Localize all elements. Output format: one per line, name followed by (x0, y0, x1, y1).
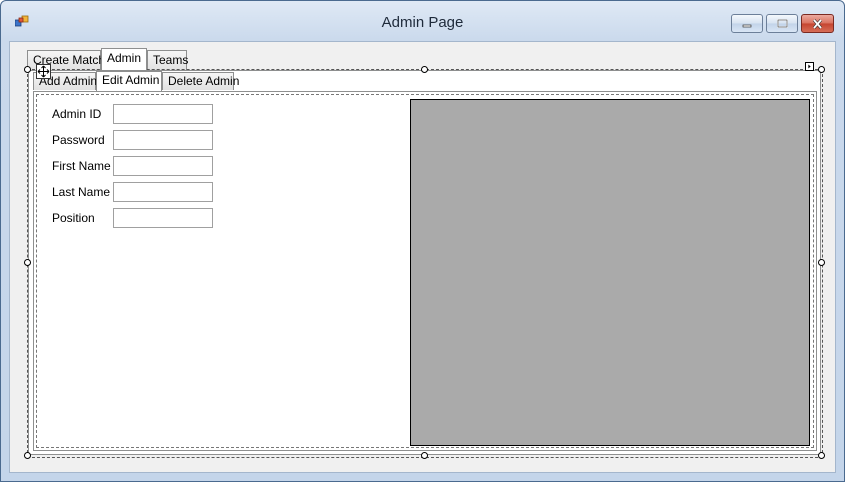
window-title: Admin Page (381, 14, 464, 31)
tab-admin[interactable]: Admin (101, 48, 147, 70)
minimize-button[interactable] (731, 14, 763, 33)
resize-handle-top-left[interactable] (24, 66, 31, 73)
move-glyph-icon[interactable] (36, 64, 51, 79)
resize-handle-left[interactable] (24, 259, 31, 266)
admin-window: Admin Page Create Match Admin Teams Add … (0, 0, 845, 482)
resize-handle-bottom-left[interactable] (24, 452, 31, 459)
maximize-button[interactable] (766, 14, 798, 33)
resize-handle-top-right[interactable] (818, 66, 825, 73)
resize-handle-bottom[interactable] (421, 452, 428, 459)
resize-handle-top[interactable] (421, 66, 428, 73)
tab-edit-admin[interactable]: Edit Admin (96, 71, 162, 91)
close-button[interactable] (801, 14, 834, 33)
designer-selection-frame (27, 69, 823, 458)
smart-tag-arrow-icon[interactable] (805, 62, 814, 71)
close-icon (812, 18, 823, 29)
resize-handle-right[interactable] (818, 259, 825, 266)
resize-handle-bottom-right[interactable] (818, 452, 825, 459)
minimize-icon (742, 24, 752, 27)
caption-buttons (731, 14, 834, 33)
title-bar[interactable]: Admin Page (1, 1, 844, 41)
maximize-icon (776, 19, 788, 28)
tab-teams[interactable]: Teams (147, 50, 188, 70)
client-area: Create Match Admin Teams Add Admin Edit … (9, 41, 836, 473)
